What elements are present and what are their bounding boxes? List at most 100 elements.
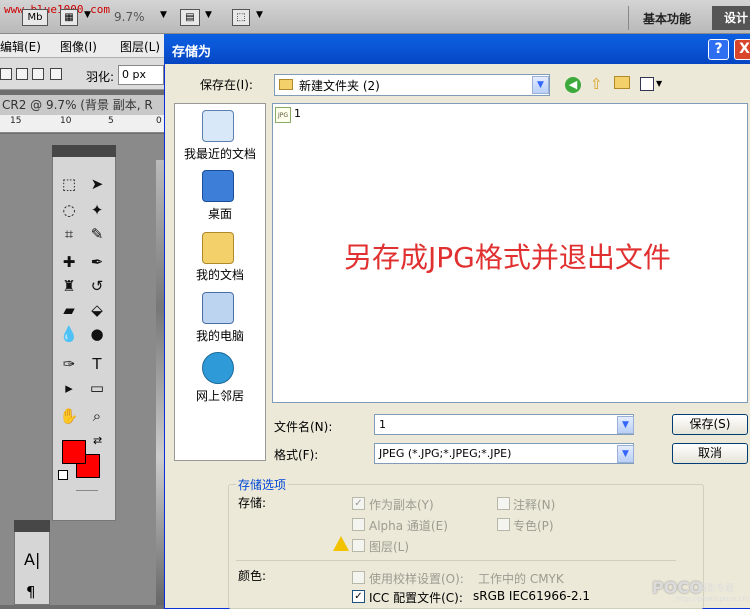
zoom-level[interactable]: 9.7%: [114, 10, 145, 24]
healing-brush-icon[interactable]: ✚: [57, 250, 81, 274]
help-button[interactable]: ?: [708, 39, 729, 60]
icc-label: ICC 配置文件(C):: [369, 591, 463, 605]
intersect-selection-icon[interactable]: [50, 68, 62, 80]
design-workspace-button[interactable]: 设计: [712, 6, 750, 30]
layers-checkbox[interactable]: [352, 539, 365, 552]
grid-icon[interactable]: ▦: [60, 9, 78, 26]
chevron-down-icon[interactable]: ▼: [617, 445, 634, 463]
chevron-down-icon[interactable]: ▼: [160, 10, 167, 20]
character-panel-header[interactable]: [14, 520, 50, 532]
bucket-tool-icon[interactable]: ⬙: [85, 298, 109, 322]
icc-checkbox[interactable]: ✓: [352, 590, 365, 603]
place-my-documents[interactable]: 我的文档: [174, 266, 266, 283]
chevron-down-icon[interactable]: ▼: [256, 10, 263, 20]
jpg-file-icon[interactable]: JPG: [275, 107, 291, 123]
crop-tool-icon[interactable]: ⌗: [57, 222, 81, 246]
color-label: 颜色:: [238, 569, 267, 583]
warning-icon: [333, 536, 349, 551]
as-copy-checkbox[interactable]: ✓: [352, 497, 365, 510]
place-desktop[interactable]: 桌面: [174, 205, 266, 222]
add-selection-icon[interactable]: [16, 68, 28, 80]
ruler-label: 0: [156, 116, 162, 126]
chevron-down-icon[interactable]: ▼: [656, 79, 662, 88]
brush-tool-icon[interactable]: ✒: [85, 250, 109, 274]
format-select[interactable]: JPEG (*.JPG;*.JPEG;*.JPE): [374, 443, 634, 464]
network-icon[interactable]: [202, 352, 234, 384]
eraser-tool-icon[interactable]: ▰: [57, 298, 81, 322]
dialog-title: 存储为: [172, 45, 212, 60]
proof-value: 工作中的 CMYK: [478, 572, 564, 586]
pen-tool-icon[interactable]: ✑: [57, 352, 81, 376]
menu-layer[interactable]: 图层(L): [120, 38, 160, 55]
notes-checkbox[interactable]: [497, 497, 510, 510]
place-recent[interactable]: 我最近的文档: [174, 145, 266, 162]
view-menu-icon[interactable]: [640, 77, 654, 91]
shape-tool-icon[interactable]: ▭: [85, 376, 109, 400]
filename-input[interactable]: 1: [374, 414, 634, 435]
stamp-tool-icon[interactable]: ♜: [57, 274, 81, 298]
recent-documents-icon[interactable]: [202, 110, 234, 142]
divider: [76, 490, 98, 491]
foreground-color[interactable]: [62, 440, 86, 464]
ruler-label: 5: [108, 116, 114, 126]
history-brush-icon[interactable]: ↺: [85, 274, 109, 298]
lasso-tool-icon[interactable]: ◌: [57, 198, 81, 222]
divider: [628, 6, 629, 30]
subtract-selection-icon[interactable]: [32, 68, 44, 80]
path-select-icon[interactable]: ▸: [57, 376, 81, 400]
zoom-tool-icon[interactable]: ⌕: [85, 404, 109, 428]
swap-colors-icon[interactable]: ⇄: [93, 434, 102, 447]
up-folder-icon[interactable]: ⇧: [590, 75, 603, 93]
screen-mode-icon[interactable]: ⬚: [232, 9, 250, 26]
place-network[interactable]: 网上邻居: [174, 387, 266, 404]
default-colors-icon[interactable]: [58, 470, 68, 480]
arrange-icon[interactable]: ▤: [180, 9, 200, 26]
save-options-group: [228, 484, 704, 609]
photoshop-topbar: [0, 0, 750, 34]
mb-icon[interactable]: Mb: [22, 9, 48, 26]
divider: [236, 560, 676, 561]
new-selection-icon[interactable]: [0, 68, 12, 80]
place-my-computer[interactable]: 我的电脑: [174, 327, 266, 344]
menu-edit[interactable]: 编辑(E): [0, 38, 41, 55]
icc-value: sRGB IEC61966-2.1: [473, 589, 591, 603]
menu-image[interactable]: 图像(I): [60, 38, 97, 55]
save-button[interactable]: 保存(S): [672, 414, 748, 435]
character-icon[interactable]: A|: [24, 550, 40, 569]
my-computer-icon[interactable]: [202, 292, 234, 324]
hand-tool-icon[interactable]: ✋: [57, 404, 81, 428]
save-label: 存储:: [238, 496, 267, 510]
feather-input[interactable]: 0 px: [118, 65, 164, 85]
blur-tool-icon[interactable]: 💧: [57, 322, 81, 346]
move-tool-icon[interactable]: ➤: [85, 172, 109, 196]
folder-icon: [279, 79, 293, 90]
dodge-tool-icon[interactable]: ●: [85, 322, 109, 346]
desktop-icon[interactable]: [202, 170, 234, 202]
alpha-checkbox[interactable]: [352, 518, 365, 531]
tools-panel-header[interactable]: [52, 145, 116, 157]
chevron-down-icon[interactable]: ▼: [205, 10, 212, 20]
chevron-down-icon[interactable]: ▼: [617, 416, 634, 434]
paragraph-icon[interactable]: ¶: [26, 583, 36, 601]
document-tab[interactable]: CR2 @ 9.7% (背景 副本, R: [0, 95, 170, 115]
chevron-down-icon[interactable]: ▼: [532, 76, 549, 94]
type-tool-icon[interactable]: T: [85, 352, 109, 376]
spot-label: 专色(P): [513, 519, 554, 533]
alpha-label: Alpha 通道(E): [369, 519, 448, 533]
new-folder-icon[interactable]: [614, 76, 630, 89]
back-icon[interactable]: ◀: [565, 77, 581, 93]
dialog-title-bar[interactable]: [164, 34, 750, 64]
chevron-down-icon[interactable]: ▼: [84, 10, 91, 20]
eyedropper-icon[interactable]: ✎: [85, 222, 109, 246]
close-button[interactable]: X: [734, 39, 750, 60]
magic-wand-icon[interactable]: ✦: [85, 198, 109, 222]
workspace-label[interactable]: 基本功能: [643, 10, 691, 27]
cancel-button[interactable]: 取消: [672, 443, 748, 464]
proof-checkbox[interactable]: [352, 571, 365, 584]
ruler: [0, 115, 170, 133]
marquee-tool-icon[interactable]: ⬚: [57, 172, 81, 196]
my-documents-icon[interactable]: [202, 232, 234, 264]
format-label: 格式(F):: [274, 448, 319, 462]
spot-checkbox[interactable]: [497, 518, 510, 531]
file-item[interactable]: 1: [294, 107, 301, 120]
